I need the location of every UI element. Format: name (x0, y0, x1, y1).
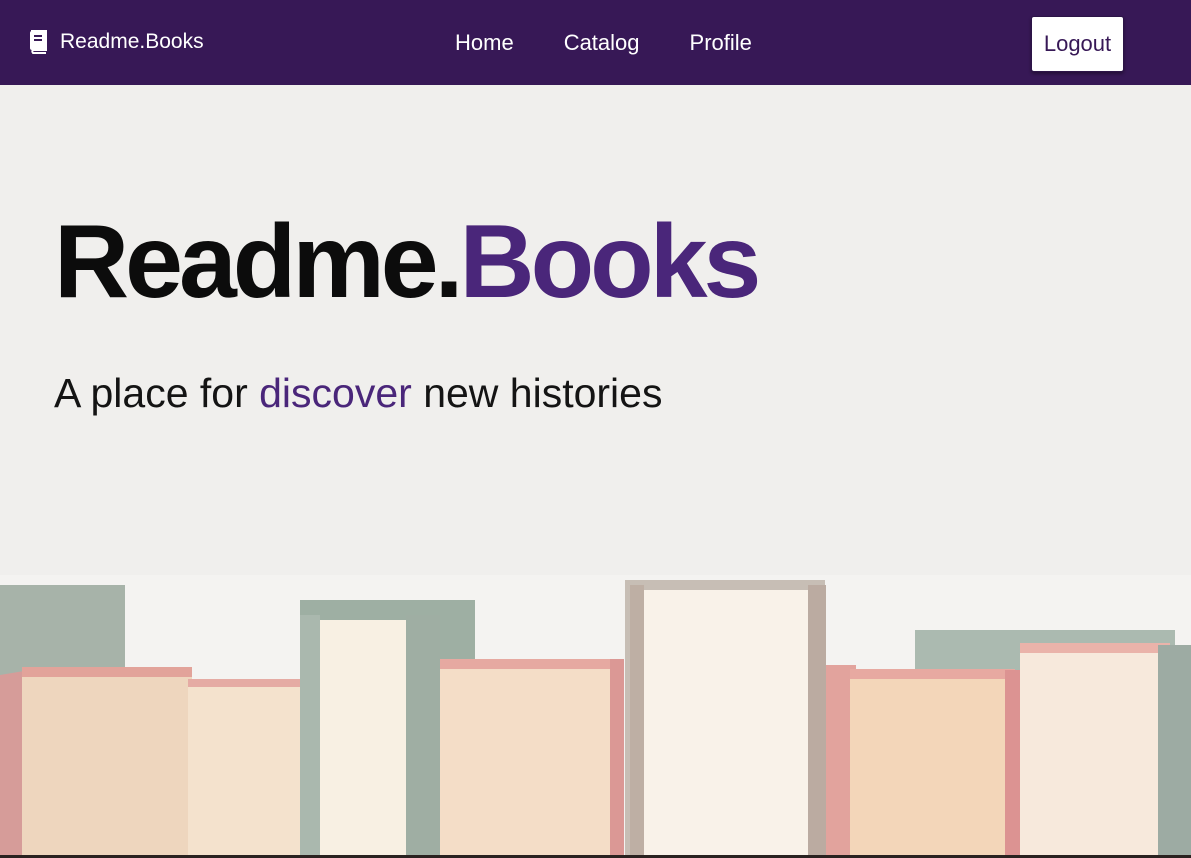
logout-button[interactable]: Logout (1031, 16, 1124, 72)
nav-profile-link[interactable]: Profile (665, 30, 777, 56)
hero-title: Readme.Books (54, 204, 762, 320)
hero-title-part1: Readme. (54, 204, 464, 320)
nav-catalog-link[interactable]: Catalog (539, 30, 665, 56)
hero-section: Readme.Books A place for discover new hi… (0, 85, 1191, 858)
hero-subtitle-part1: A place for (54, 370, 260, 416)
hero-subtitle: A place for discover new histories (54, 370, 662, 417)
hero-title-part2: Books (459, 204, 762, 320)
nav-links: Home Catalog Profile (430, 28, 777, 58)
navbar: Readme.Books Home Catalog Profile Logout (0, 0, 1191, 85)
book-icon (28, 30, 48, 54)
brand-link[interactable]: Readme.Books (28, 29, 204, 55)
brand-name: Readme.Books (60, 30, 204, 53)
hero-subtitle-accent: discover (259, 370, 412, 416)
hero-subtitle-part2: new histories (411, 370, 663, 416)
books-illustration (0, 575, 1191, 858)
nav-home-link[interactable]: Home (430, 30, 539, 56)
